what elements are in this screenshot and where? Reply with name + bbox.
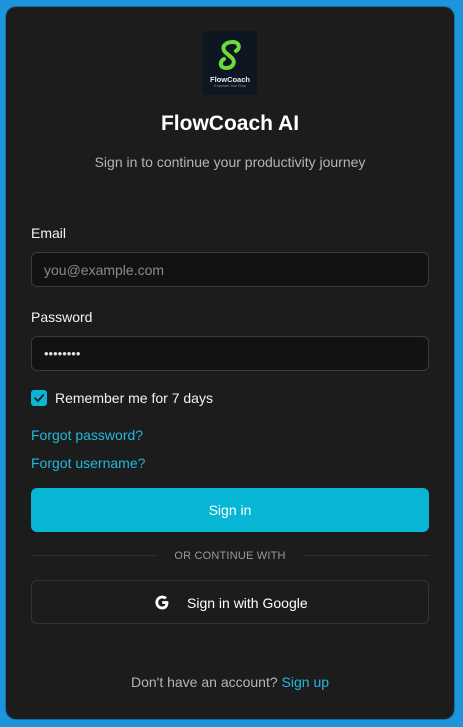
forgot-password-link[interactable]: Forgot password? <box>31 426 143 444</box>
forgot-username-link[interactable]: Forgot username? <box>31 454 145 472</box>
email-field[interactable] <box>31 252 429 287</box>
logo-brand-name: FlowCoach <box>209 75 250 84</box>
remember-me-checkbox[interactable] <box>31 390 47 406</box>
password-field[interactable] <box>31 336 429 371</box>
remember-me-label[interactable]: Remember me for 7 days <box>55 389 213 407</box>
sign-in-button[interactable]: Sign in <box>31 488 429 532</box>
password-label: Password <box>31 309 93 325</box>
signup-prompt: Don't have an account? Sign up <box>6 673 454 691</box>
google-sign-in-button[interactable]: Sign in with Google <box>31 580 429 624</box>
page-title: FlowCoach AI <box>160 112 300 135</box>
continue-divider: OR CONTINUE WITH <box>31 547 429 565</box>
flow-s-icon <box>218 40 241 70</box>
login-card: FlowCoach Empower Your Flow FlowCoach AI… <box>6 7 454 719</box>
logo-tagline: Empower Your Flow <box>214 84 246 88</box>
google-icon <box>155 595 169 610</box>
google-sign-in-label: Sign in with Google <box>187 595 308 611</box>
sign-up-link[interactable]: Sign up <box>282 674 329 690</box>
page-subtitle: Sign in to continue your productivity jo… <box>94 154 366 170</box>
signup-prompt-text: Don't have an account? <box>130 674 278 690</box>
brand-logo: FlowCoach Empower Your Flow <box>203 31 257 95</box>
checkmark-icon <box>34 394 45 402</box>
divider-text: OR CONTINUE WITH <box>174 550 286 562</box>
email-label: Email <box>31 225 67 241</box>
